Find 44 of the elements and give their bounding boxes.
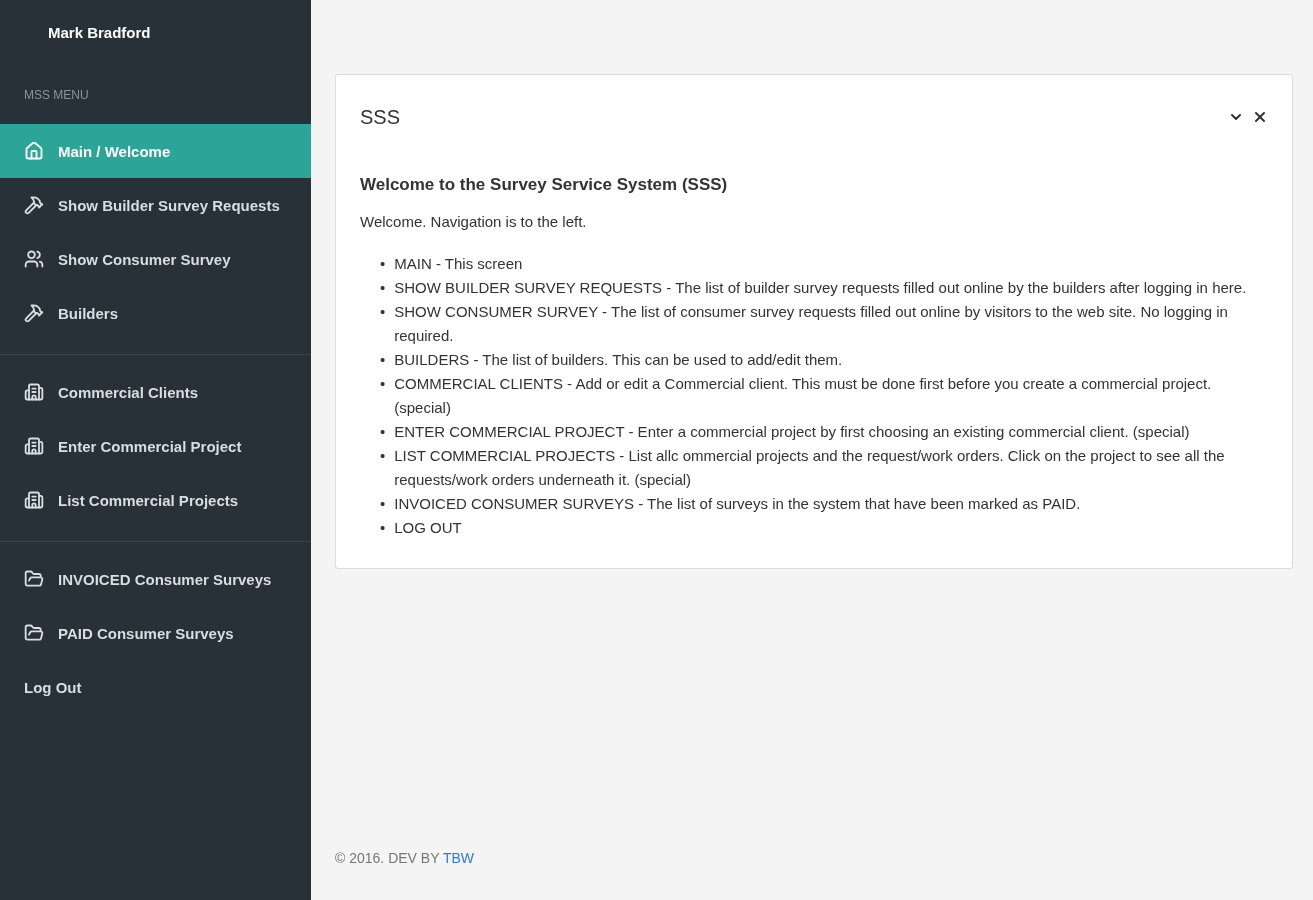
menu-item[interactable]: Show Consumer Survey xyxy=(0,232,311,286)
home-icon xyxy=(24,141,44,161)
footer-text: © 2016. DEV BY TBW xyxy=(335,850,475,866)
bullet-marker: • xyxy=(380,494,386,514)
list-item: SHOW BUILDER SURVEY REQUESTS - The list of builder survey requests filled out online by the builders after logging in here. xyxy=(394,278,1248,298)
folder-icon xyxy=(24,569,44,589)
menu-item[interactable]: PAID Consumer Surveys xyxy=(0,606,311,660)
bullet-marker: • xyxy=(380,422,386,442)
hammer-icon xyxy=(24,195,44,215)
bullet-marker: • xyxy=(380,518,386,538)
bullet-marker: • xyxy=(380,446,386,466)
list-item: COMMERCIAL CLIENTS - Add or edit a Commercial client. This must be done first before you create a commercial project. (special) xyxy=(394,374,1213,418)
menu-item[interactable]: List Commercial Projects xyxy=(0,473,311,527)
menu-item[interactable]: Commercial Clients xyxy=(0,365,311,419)
folder-icon xyxy=(24,623,44,643)
panel-title: SSS xyxy=(360,105,402,129)
welcome-heading: Welcome to the Survey Service System (SSS) xyxy=(360,175,729,195)
list-item: BUILDERS - The list of builders. This can be used to add/edit them. xyxy=(394,350,844,370)
menu-item[interactable]: Enter Commercial Project xyxy=(0,419,311,473)
bullet-marker: • xyxy=(380,374,386,394)
hammer-icon xyxy=(24,303,44,323)
menu-title: MSS MENU xyxy=(23,87,90,104)
users-icon xyxy=(24,249,44,269)
list-item: INVOICED CONSUMER SURVEYS - The list of surveys in the system that have been marked as PAID. xyxy=(394,494,1082,514)
menu-item[interactable]: Builders xyxy=(0,286,311,340)
list-item: LIST COMMERCIAL PROJECTS - List allc ommercial projects and the request/work orders. Click on the project to see all the requests/work orders underneath it. (special) xyxy=(394,446,1226,490)
close-icon[interactable] xyxy=(1252,109,1268,125)
building-icon xyxy=(24,436,44,456)
menu-item[interactable]: INVOICED Consumer Surveys xyxy=(0,552,311,606)
list-item: SHOW CONSUMER SURVEY - The list of consumer survey requests filled out online by visitors to the web site. No logging in required. xyxy=(394,302,1229,346)
user-name: Mark Bradford xyxy=(47,23,152,43)
bullet-marker: • xyxy=(380,278,386,298)
bullet-marker: • xyxy=(380,350,386,370)
menu-item[interactable]: Log Out xyxy=(0,660,311,714)
building-icon xyxy=(24,490,44,510)
menu-item[interactable]: Show Builder Survey Requests xyxy=(0,178,311,232)
building-icon xyxy=(24,382,44,402)
list-item: LOG OUT xyxy=(394,518,463,538)
list-item: ENTER COMMERCIAL PROJECT - Enter a commercial project by first choosing an existing commercial client. (special) xyxy=(394,422,1191,442)
intro-text: Welcome. Navigation is to the left. xyxy=(360,213,588,230)
bullet-marker: • xyxy=(380,254,386,274)
footer-link[interactable]: TBW xyxy=(442,850,474,866)
bullet-marker: • xyxy=(380,302,386,322)
list-item: MAIN - This screen xyxy=(394,254,524,274)
